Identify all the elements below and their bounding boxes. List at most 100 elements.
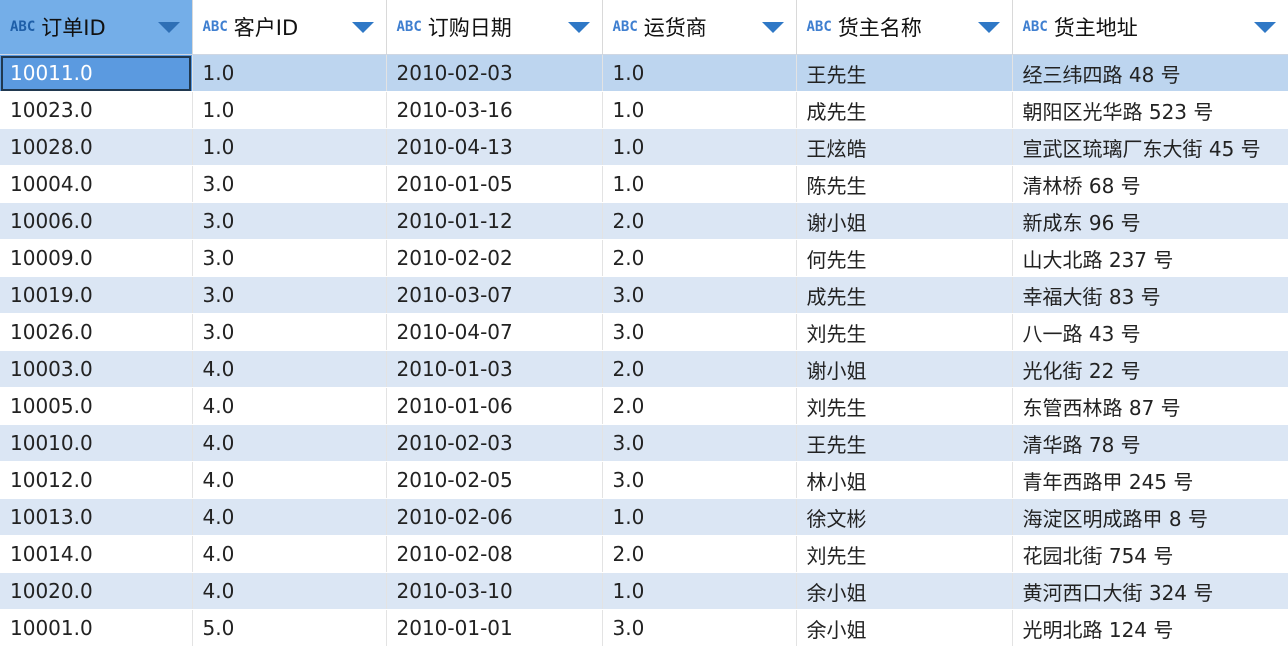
column-header-ship-address[interactable]: ABC 货主地址	[1012, 0, 1288, 55]
cell-order-id[interactable]: 10019.0	[0, 276, 193, 314]
cell-order-date[interactable]: 2010-02-03	[386, 54, 603, 92]
cell-shipper[interactable]: 1.0	[602, 54, 797, 92]
cell-ship-name[interactable]: 王先生	[796, 424, 1013, 462]
cell-order-id[interactable]: 10023.0	[0, 91, 193, 129]
cell-customer-id[interactable]: 4.0	[192, 535, 387, 573]
column-header-customer-id[interactable]: ABC 客户ID	[192, 0, 387, 55]
cell-customer-id[interactable]: 4.0	[192, 572, 387, 610]
table-row[interactable]: 10014.0 4.0 2010-02-08 2.0 刘先生 花园北街 754 号	[0, 535, 1288, 573]
table-row[interactable]: 10012.0 4.0 2010-02-05 3.0 林小姐 青年西路甲 245 号	[0, 461, 1288, 499]
cell-shipper[interactable]: 3.0	[602, 313, 797, 351]
cell-order-id[interactable]: 10005.0	[0, 387, 193, 425]
cell-ship-address[interactable]: 宣武区琉璃厂东大街 45 号	[1012, 128, 1288, 166]
cell-customer-id[interactable]: 3.0	[192, 276, 387, 314]
cell-ship-address[interactable]: 幸福大街 83 号	[1012, 276, 1288, 314]
cell-ship-address[interactable]: 清华路 78 号	[1012, 424, 1288, 462]
cell-ship-name[interactable]: 何先生	[796, 239, 1013, 277]
cell-shipper[interactable]: 2.0	[602, 239, 797, 277]
cell-ship-name[interactable]: 余小姐	[796, 609, 1013, 647]
cell-order-id[interactable]: 10003.0	[0, 350, 193, 388]
cell-order-date[interactable]: 2010-03-16	[386, 91, 603, 129]
cell-order-id[interactable]: 10009.0	[0, 239, 193, 277]
cell-order-date[interactable]: 2010-03-10	[386, 572, 603, 610]
cell-ship-name[interactable]: 林小姐	[796, 461, 1013, 499]
cell-order-id[interactable]: 10012.0	[0, 461, 193, 499]
cell-customer-id[interactable]: 4.0	[192, 387, 387, 425]
cell-shipper[interactable]: 3.0	[602, 276, 797, 314]
cell-ship-name[interactable]: 成先生	[796, 91, 1013, 129]
cell-order-id[interactable]: 10010.0	[0, 424, 193, 462]
cell-ship-address[interactable]: 山大北路 237 号	[1012, 239, 1288, 277]
cell-ship-name[interactable]: 刘先生	[796, 313, 1013, 351]
cell-shipper[interactable]: 1.0	[602, 91, 797, 129]
cell-shipper[interactable]: 2.0	[602, 535, 797, 573]
cell-order-id[interactable]: 10013.0	[0, 498, 193, 536]
cell-order-date[interactable]: 2010-04-07	[386, 313, 603, 351]
table-row[interactable]: 10003.0 4.0 2010-01-03 2.0 谢小姐 光化街 22 号	[0, 350, 1288, 388]
cell-shipper[interactable]: 2.0	[602, 202, 797, 240]
cell-ship-address[interactable]: 青年西路甲 245 号	[1012, 461, 1288, 499]
cell-order-date[interactable]: 2010-01-01	[386, 609, 603, 647]
table-row[interactable]: 10006.0 3.0 2010-01-12 2.0 谢小姐 新成东 96 号	[0, 202, 1288, 240]
cell-order-date[interactable]: 2010-02-05	[386, 461, 603, 499]
cell-ship-name[interactable]: 谢小姐	[796, 350, 1013, 388]
cell-ship-name[interactable]: 陈先生	[796, 165, 1013, 203]
cell-order-date[interactable]: 2010-02-03	[386, 424, 603, 462]
cell-shipper[interactable]: 3.0	[602, 424, 797, 462]
cell-shipper[interactable]: 2.0	[602, 350, 797, 388]
cell-shipper[interactable]: 3.0	[602, 461, 797, 499]
cell-customer-id[interactable]: 4.0	[192, 498, 387, 536]
dropdown-arrow-icon[interactable]	[761, 21, 784, 33]
cell-order-id[interactable]: 10004.0	[0, 165, 193, 203]
cell-order-date[interactable]: 2010-03-07	[386, 276, 603, 314]
cell-customer-id[interactable]: 4.0	[192, 424, 387, 462]
cell-ship-name[interactable]: 王炫皓	[796, 128, 1013, 166]
cell-order-id[interactable]: 10014.0	[0, 535, 193, 573]
cell-order-date[interactable]: 2010-01-06	[386, 387, 603, 425]
cell-ship-address[interactable]: 光化街 22 号	[1012, 350, 1288, 388]
table-row[interactable]: 10009.0 3.0 2010-02-02 2.0 何先生 山大北路 237 号	[0, 239, 1288, 277]
dropdown-arrow-icon[interactable]	[1253, 21, 1276, 33]
cell-order-date[interactable]: 2010-01-12	[386, 202, 603, 240]
column-header-ship-name[interactable]: ABC 货主名称	[796, 0, 1013, 55]
cell-customer-id[interactable]: 1.0	[192, 128, 387, 166]
cell-shipper[interactable]: 3.0	[602, 609, 797, 647]
cell-ship-address[interactable]: 黄河西口大街 324 号	[1012, 572, 1288, 610]
cell-order-date[interactable]: 2010-01-03	[386, 350, 603, 388]
dropdown-arrow-icon[interactable]	[567, 21, 590, 33]
cell-ship-address[interactable]: 东管西林路 87 号	[1012, 387, 1288, 425]
cell-customer-id[interactable]: 1.0	[192, 54, 387, 92]
cell-shipper[interactable]: 1.0	[602, 572, 797, 610]
table-row[interactable]: 10019.0 3.0 2010-03-07 3.0 成先生 幸福大街 83 号	[0, 276, 1288, 314]
cell-shipper[interactable]: 1.0	[602, 128, 797, 166]
table-row[interactable]: 10011.0 1.0 2010-02-03 1.0 王先生 经三纬四路 48 号	[0, 54, 1288, 92]
cell-ship-address[interactable]: 海淀区明成路甲 8 号	[1012, 498, 1288, 536]
cell-customer-id[interactable]: 3.0	[192, 239, 387, 277]
cell-ship-name[interactable]: 刘先生	[796, 535, 1013, 573]
cell-order-date[interactable]: 2010-02-06	[386, 498, 603, 536]
cell-customer-id[interactable]: 4.0	[192, 461, 387, 499]
table-row[interactable]: 10013.0 4.0 2010-02-06 1.0 徐文彬 海淀区明成路甲 8 号	[0, 498, 1288, 536]
cell-order-date[interactable]: 2010-02-08	[386, 535, 603, 573]
cell-ship-name[interactable]: 王先生	[796, 54, 1013, 92]
dropdown-arrow-icon[interactable]	[157, 21, 180, 33]
cell-order-date[interactable]: 2010-01-05	[386, 165, 603, 203]
cell-order-id[interactable]: 10011.0	[0, 54, 193, 92]
table-row[interactable]: 10028.0 1.0 2010-04-13 1.0 王炫皓 宣武区琉璃厂东大街 45 号	[0, 128, 1288, 166]
dropdown-arrow-icon[interactable]	[351, 21, 374, 33]
table-row[interactable]: 10026.0 3.0 2010-04-07 3.0 刘先生 八一路 43 号	[0, 313, 1288, 351]
table-row[interactable]: 10001.0 5.0 2010-01-01 3.0 余小姐 光明北路 124 号	[0, 609, 1288, 647]
cell-customer-id[interactable]: 4.0	[192, 350, 387, 388]
cell-order-id[interactable]: 10028.0	[0, 128, 193, 166]
cell-customer-id[interactable]: 3.0	[192, 313, 387, 351]
table-row[interactable]: 10005.0 4.0 2010-01-06 2.0 刘先生 东管西林路 87 号	[0, 387, 1288, 425]
cell-ship-address[interactable]: 八一路 43 号	[1012, 313, 1288, 351]
cell-customer-id[interactable]: 3.0	[192, 202, 387, 240]
cell-order-id[interactable]: 10026.0	[0, 313, 193, 351]
cell-shipper[interactable]: 1.0	[602, 498, 797, 536]
cell-ship-address[interactable]: 花园北街 754 号	[1012, 535, 1288, 573]
cell-customer-id[interactable]: 1.0	[192, 91, 387, 129]
column-header-order-id[interactable]: ABC 订单ID	[0, 0, 193, 55]
cell-shipper[interactable]: 1.0	[602, 165, 797, 203]
table-row[interactable]: 10004.0 3.0 2010-01-05 1.0 陈先生 清林桥 68 号	[0, 165, 1288, 203]
